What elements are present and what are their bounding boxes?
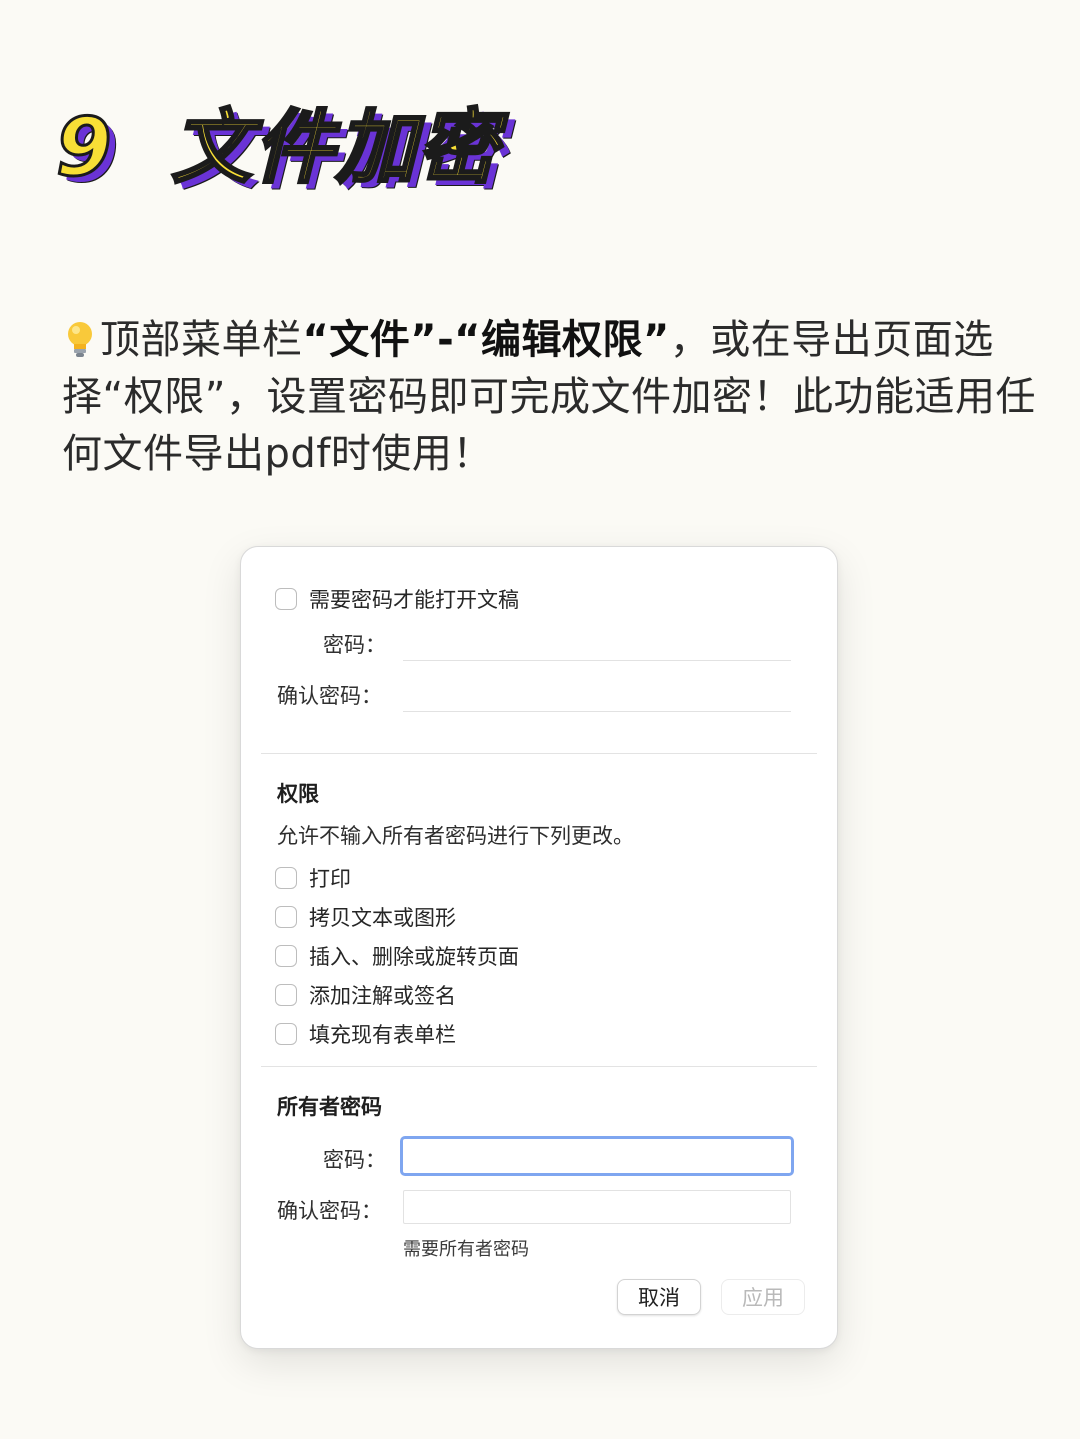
intro-bold-menu-path: “文件”-“编辑权限” xyxy=(302,317,670,363)
permission-pages-checkbox[interactable] xyxy=(275,945,297,967)
permission-copy-label: 拷贝文本或图形 xyxy=(309,906,456,930)
permission-print-checkbox[interactable] xyxy=(275,867,297,889)
permission-copy-checkbox[interactable] xyxy=(275,906,297,928)
intro-paragraph: 顶部菜单栏“文件”-“编辑权限”，或在导出页面选择“权限”，设置密码即可完成文件… xyxy=(62,312,1052,483)
owner-password-hint: 需要所有者密码 xyxy=(403,1239,529,1260)
owner-password-field[interactable] xyxy=(400,1136,794,1176)
open-password-label: 需要密码才能打开文稿 xyxy=(309,588,519,612)
open-password-checkbox[interactable] xyxy=(275,588,297,610)
permissions-dialog: 需要密码才能打开文稿 密码： 确认密码： 权限 允许不输入所有者密码进行下列更改… xyxy=(240,546,838,1349)
apply-button[interactable]: 应用 xyxy=(721,1279,805,1315)
permission-annotate-label: 添加注解或签名 xyxy=(309,984,456,1008)
confirm-password-field[interactable] xyxy=(403,678,791,712)
permission-forms[interactable]: 填充现有表单栏 xyxy=(275,1019,456,1049)
permission-print-label: 打印 xyxy=(309,867,351,891)
permission-print[interactable]: 打印 xyxy=(275,863,351,893)
permission-annotate-checkbox[interactable] xyxy=(275,984,297,1006)
permission-forms-label: 填充现有表单栏 xyxy=(309,1023,456,1047)
divider xyxy=(261,1066,817,1067)
permission-pages[interactable]: 插入、删除或旋转页面 xyxy=(275,941,519,971)
permissions-description: 允许不输入所有者密码进行下列更改。 xyxy=(277,824,634,848)
owner-confirm-field[interactable] xyxy=(403,1190,791,1224)
password-label: 密码： xyxy=(323,633,386,657)
headline-title: 文件加密 xyxy=(170,101,500,194)
headline: 9 文件加密 xyxy=(55,101,500,194)
permission-forms-checkbox[interactable] xyxy=(275,1023,297,1045)
open-password-option[interactable]: 需要密码才能打开文稿 xyxy=(275,584,519,614)
owner-password-label: 密码： xyxy=(323,1148,386,1172)
owner-password-title: 所有者密码 xyxy=(277,1095,382,1119)
owner-confirm-label: 确认密码： xyxy=(277,1199,382,1223)
divider xyxy=(261,753,817,754)
permission-annotate[interactable]: 添加注解或签名 xyxy=(275,980,456,1010)
password-field[interactable] xyxy=(403,627,791,661)
intro-text-1: 顶部菜单栏 xyxy=(100,317,303,363)
permission-pages-label: 插入、删除或旋转页面 xyxy=(309,945,519,969)
permissions-title: 权限 xyxy=(277,782,319,806)
cancel-button[interactable]: 取消 xyxy=(617,1279,701,1315)
lightbulb-icon xyxy=(68,322,92,357)
confirm-password-label: 确认密码： xyxy=(277,684,382,708)
permission-copy[interactable]: 拷贝文本或图形 xyxy=(275,902,456,932)
headline-number: 9 xyxy=(55,101,114,194)
